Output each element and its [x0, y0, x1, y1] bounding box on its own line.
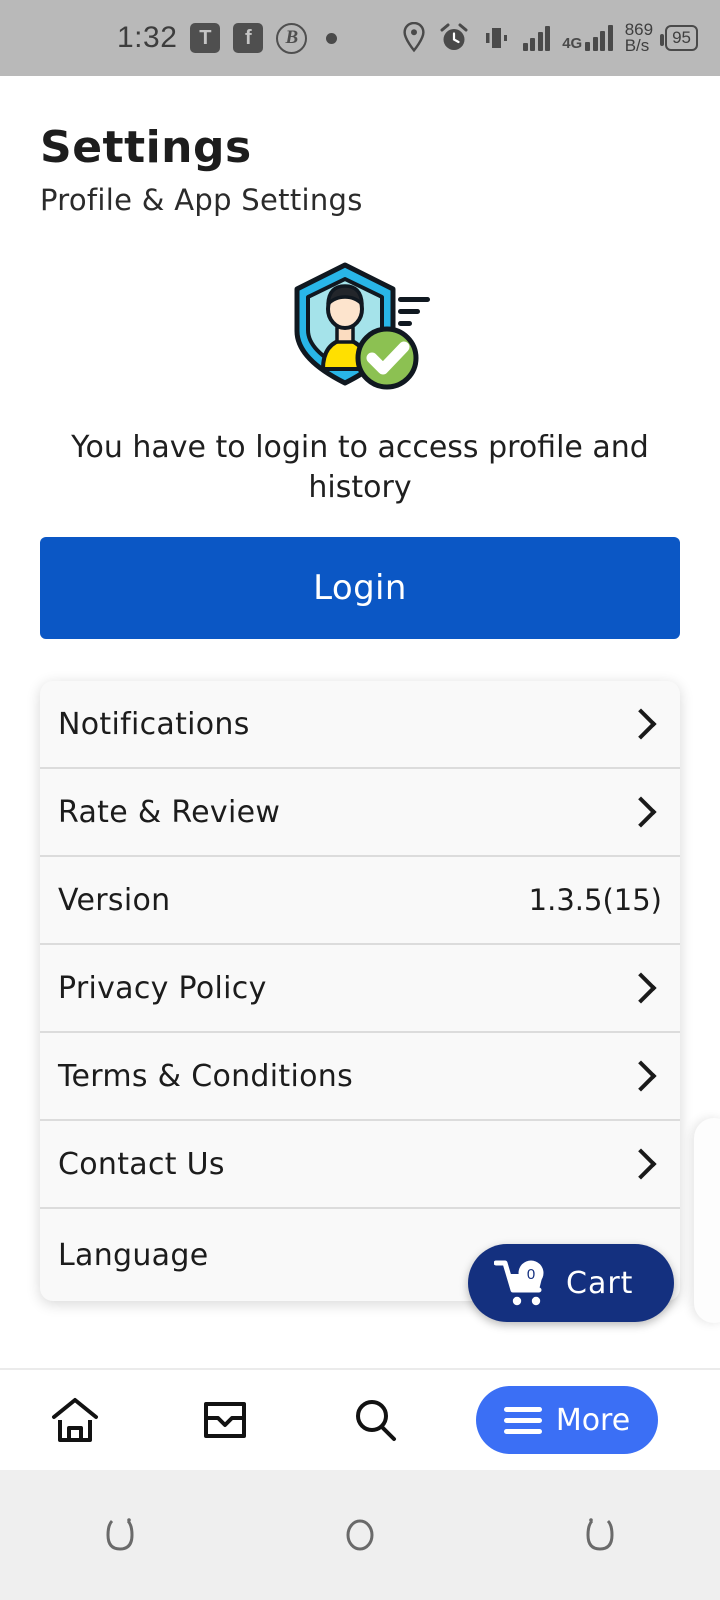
android-navigation-bar [0, 1470, 720, 1600]
nav-item-inbox[interactable] [150, 1396, 300, 1444]
vibrate-icon [485, 28, 507, 48]
bottom-navigation-bar: More [0, 1368, 720, 1470]
settings-row-label: Version [58, 882, 171, 918]
settings-row-label: Notifications [58, 706, 250, 742]
illustration-container [0, 259, 720, 394]
status-bar-left: 1:32 T f B [22, 21, 401, 55]
chevron-right-icon [625, 796, 657, 828]
t-badge-icon: T [190, 23, 221, 53]
settings-list-card: Notifications Rate & Review Version 1.3.… [40, 681, 680, 1302]
cart-floating-button[interactable]: 0 Cart [468, 1244, 674, 1322]
login-button[interactable]: Login [40, 537, 680, 640]
recents-icon [106, 1518, 134, 1551]
settings-row-rate-review[interactable]: Rate & Review [40, 769, 680, 858]
cart-label: Cart [566, 1265, 634, 1301]
hamburger-menu-icon [503, 1406, 542, 1434]
login-required-message: You have to login to access profile and … [71, 430, 649, 505]
mobile-data-icon: 4G [562, 25, 613, 51]
settings-row-label: Contact Us [58, 1146, 225, 1182]
settings-row-label: Terms & Conditions [58, 1058, 353, 1094]
search-icon [356, 1400, 396, 1441]
home-icon [52, 1398, 98, 1442]
app-version-value: 1.3.5(15) [528, 883, 662, 918]
chevron-right-icon [625, 708, 657, 740]
dot-icon [326, 32, 338, 44]
cart-badge-count: 0 [527, 1266, 535, 1283]
status-bar: 1:32 T f B 4G 869 B/s 95 [0, 0, 720, 76]
alarm-clock-icon [440, 23, 468, 50]
inbox-icon [204, 1402, 246, 1438]
settings-row-label: Privacy Policy [58, 970, 267, 1006]
settings-row-notifications[interactable]: Notifications [40, 681, 680, 770]
chevron-right-icon [625, 1148, 657, 1180]
shopping-cart-icon: 0 [494, 1260, 544, 1306]
status-bar-clock: 1:32 [117, 21, 178, 54]
b-circle-icon: B [276, 22, 308, 54]
android-recents-button[interactable] [60, 1511, 180, 1559]
data-speed-indicator: 869 B/s [624, 21, 653, 55]
chevron-right-icon [625, 1060, 657, 1092]
data-speed-unit: B/s [624, 36, 650, 55]
settings-row-label: Rate & Review [58, 794, 281, 830]
back-icon [586, 1518, 614, 1551]
facebook-icon: f [233, 23, 264, 53]
nav-item-more[interactable]: More [476, 1386, 658, 1454]
battery-icon: 95 [660, 25, 698, 51]
page-header: Settings Profile & App Settings [0, 76, 720, 217]
chevron-right-icon [625, 972, 657, 1004]
android-home-button[interactable] [300, 1511, 420, 1559]
settings-row-terms-conditions[interactable]: Terms & Conditions [40, 1033, 680, 1122]
android-back-button[interactable] [540, 1511, 660, 1559]
home-circle-icon [346, 1519, 374, 1551]
page-subtitle: Profile & App Settings [40, 183, 363, 217]
side-panel-peek [694, 1118, 720, 1323]
more-label: More [555, 1402, 631, 1438]
settings-row-privacy-policy[interactable]: Privacy Policy [40, 945, 680, 1034]
shield-profile-verified-illustration [294, 262, 430, 390]
nav-item-search[interactable] [300, 1396, 450, 1444]
network-type-label: 4G [562, 35, 583, 52]
page-title: Settings [40, 122, 252, 173]
login-button-label: Login [313, 568, 407, 609]
location-pin-icon [403, 22, 425, 53]
signal-bars-icon [522, 25, 551, 51]
settings-row-version: Version 1.3.5(15) [40, 857, 680, 946]
settings-row-contact-us[interactable]: Contact Us [40, 1121, 680, 1210]
status-bar-right: 4G 869 B/s 95 [401, 21, 698, 55]
nav-item-home[interactable] [0, 1396, 150, 1444]
settings-row-label: Language [58, 1237, 209, 1273]
